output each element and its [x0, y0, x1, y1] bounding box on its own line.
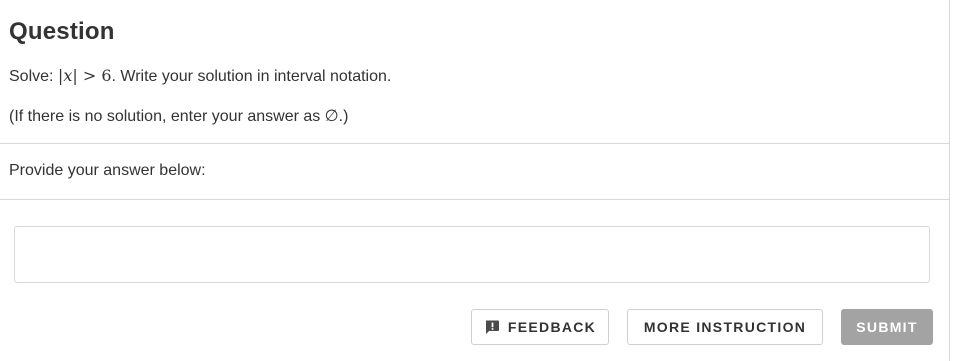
submit-button[interactable]: SUBMIT	[841, 309, 933, 345]
question-text: Solve: |x| > 6. Write your solution in i…	[9, 66, 391, 86]
feedback-label: FEEDBACK	[507, 319, 597, 335]
question-suffix: . Write your solution in interval notati…	[111, 68, 392, 85]
submit-label: SUBMIT	[856, 319, 918, 335]
more-instruction-label: MORE INSTRUCTION	[643, 319, 807, 335]
math-variable: x	[63, 66, 73, 85]
feedback-button[interactable]: FEEDBACK	[471, 309, 609, 345]
math-abs-close: | > 6	[72, 66, 112, 85]
question-prefix: Solve:	[9, 68, 58, 85]
question-title: Question	[9, 18, 115, 45]
question-hint: (If there is no solution, enter your ans…	[9, 108, 349, 125]
divider-top	[0, 143, 950, 144]
math-expression: |x| > 6	[58, 66, 112, 85]
answer-prompt: Provide your answer below:	[9, 162, 206, 179]
answer-input[interactable]	[14, 226, 930, 283]
more-instruction-button[interactable]: MORE INSTRUCTION	[627, 309, 823, 345]
divider-bottom	[0, 199, 950, 200]
question-panel: Question Solve: |x| > 6. Write your solu…	[0, 0, 950, 361]
feedback-icon	[484, 319, 500, 335]
